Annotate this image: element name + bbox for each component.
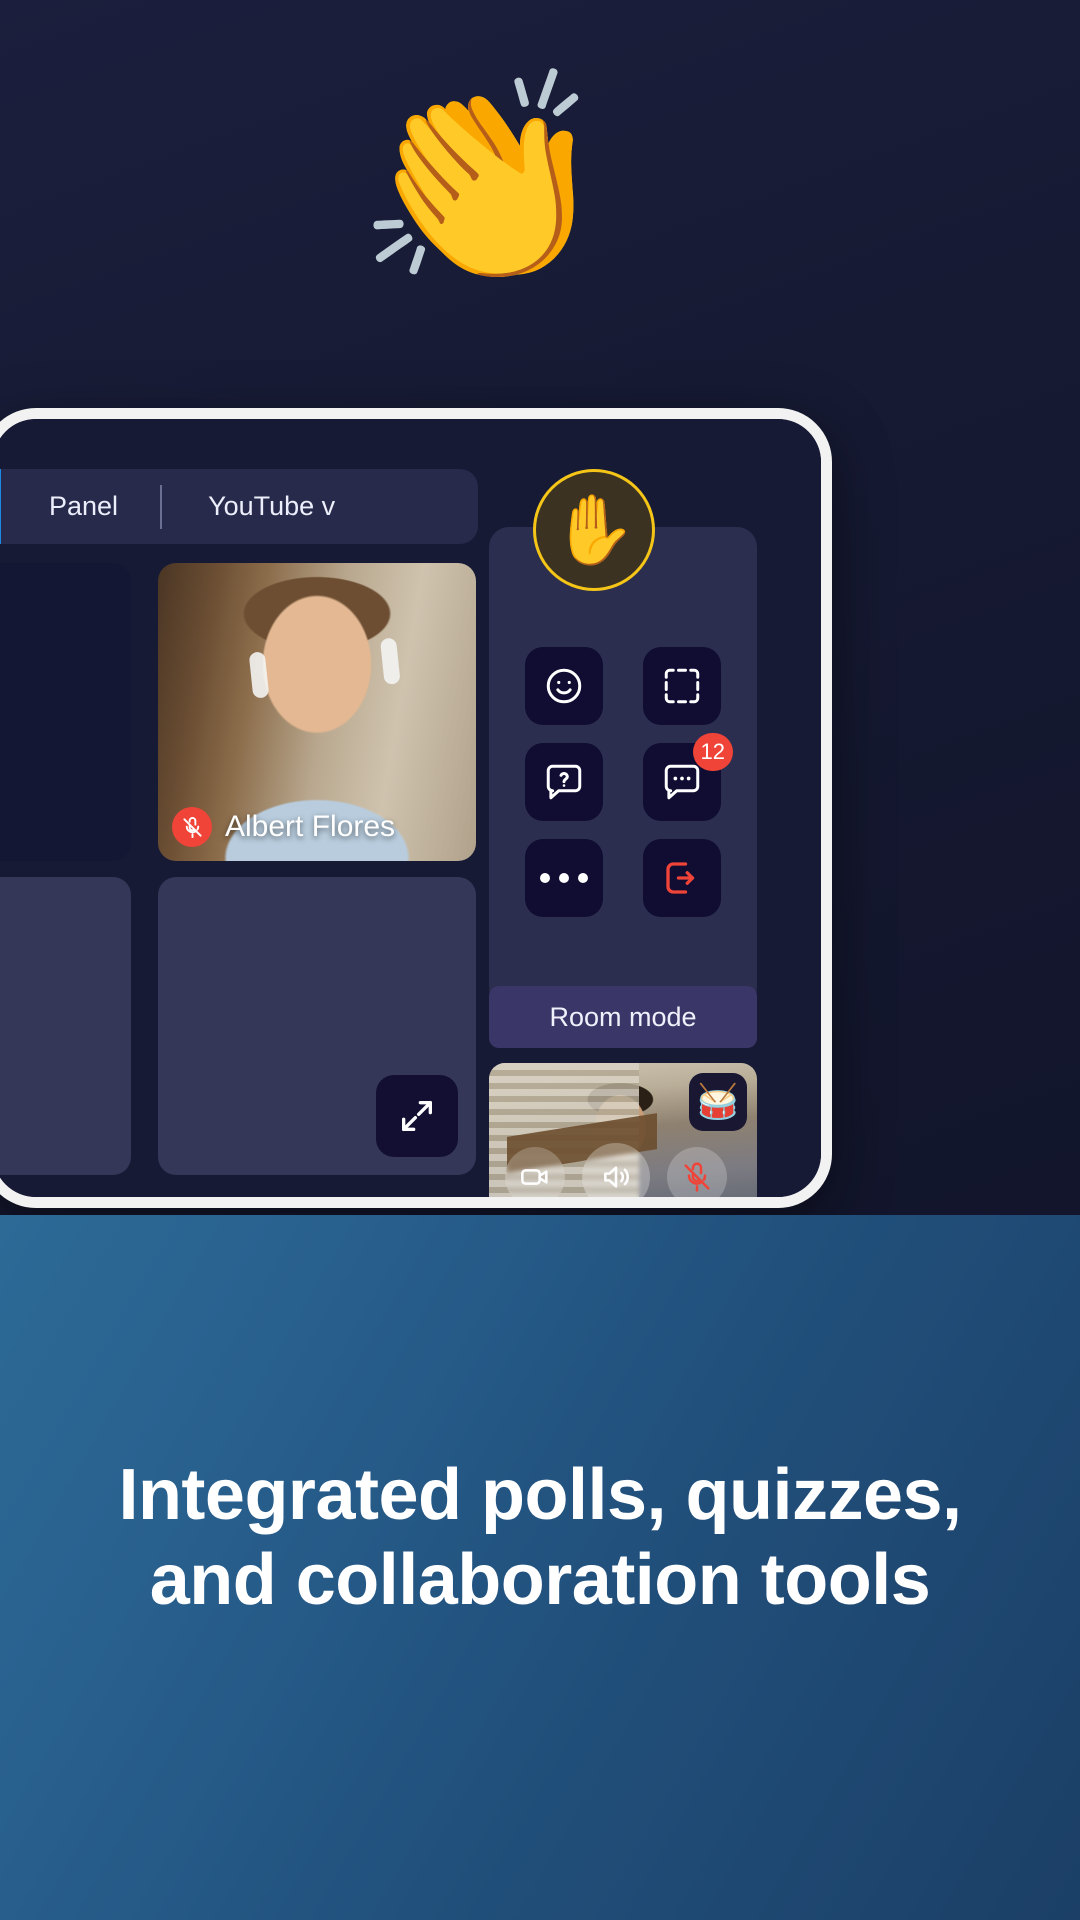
video-tile-3[interactable] <box>0 877 131 1175</box>
participant-name-row: Albert Flores <box>172 807 395 847</box>
mic-muted-icon <box>172 807 212 847</box>
tab-panel-label: Panel <box>49 491 119 521</box>
video-tile-4[interactable] <box>158 877 476 1175</box>
tool-panel: 12 <box>489 527 757 1007</box>
room-mode-button[interactable]: Room mode <box>489 986 757 1048</box>
caption-line-1: Integrated polls, quizzes, <box>118 1454 962 1535</box>
quiz-button[interactable] <box>525 743 603 821</box>
tab-panel[interactable]: Panel <box>1 491 160 522</box>
raise-hand-button[interactable]: ✋ <box>533 469 655 591</box>
drum-reaction-badge[interactable]: 🥁 <box>689 1073 747 1131</box>
more-options-button[interactable] <box>525 839 603 917</box>
room-mode-label: Room mode <box>549 1001 697 1032</box>
caption-line-2: and collaboration tools <box>149 1539 931 1620</box>
tab-youtube-label: YouTube v <box>208 491 336 521</box>
app-content: Panel YouTube v e <box>0 419 821 1197</box>
reactions-button[interactable] <box>525 647 603 725</box>
chat-button[interactable]: 12 <box>643 733 733 821</box>
video-tile-albert-flores[interactable]: Albert Flores <box>158 563 476 861</box>
caption-section: Integrated polls, quizzes, and collabora… <box>0 1215 1080 1920</box>
mic-toggle-button[interactable] <box>667 1147 727 1197</box>
chat-unread-badge: 12 <box>692 733 733 771</box>
app-window-frame: Panel YouTube v e <box>0 408 832 1208</box>
clapping-hands-icon: 👏 <box>355 65 611 294</box>
hero-section: 👏 Panel YouTube v e <box>0 0 1080 1215</box>
participant-name: Albert Flores <box>225 810 396 843</box>
tab-bar: Panel YouTube v <box>0 469 478 544</box>
self-view-video[interactable]: 🥁 <box>489 1063 757 1197</box>
leave-meeting-button[interactable] <box>643 839 721 917</box>
expand-button[interactable] <box>376 1075 458 1157</box>
tab-youtube-video[interactable]: YouTube v <box>162 491 335 522</box>
ellipsis-icon <box>540 873 588 883</box>
caption-heading: Integrated polls, quizzes, and collabora… <box>118 1453 962 1623</box>
tool-icon-grid: 12 <box>525 647 733 917</box>
whiteboard-button[interactable] <box>643 647 721 725</box>
video-tile-1[interactable]: e <box>0 563 131 861</box>
